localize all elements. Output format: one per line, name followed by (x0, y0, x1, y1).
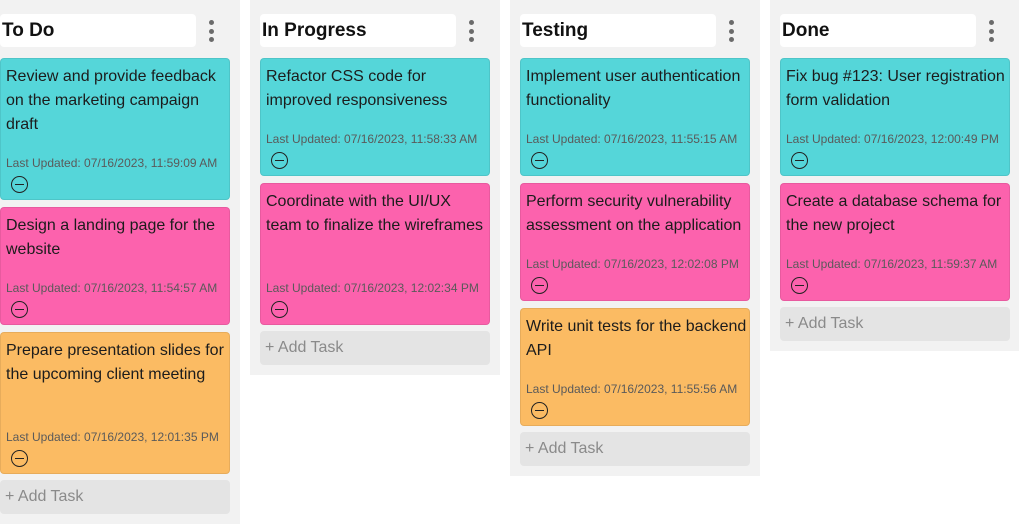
last-updated-text: Last Updated: 07/16/2023, 12:01:35 PM (6, 430, 219, 444)
column-title: To Do (2, 20, 55, 41)
task-text: Prepare presentation slides for the upco… (6, 342, 224, 383)
last-updated-text: Last Updated: 07/16/2023, 12:00:49 PM (786, 132, 999, 146)
column-title: In Progress (262, 20, 367, 41)
task-text: Fix bug #123: User registration form val… (786, 68, 1005, 109)
more-options-icon[interactable] (986, 20, 996, 42)
task-card[interactable]: Prepare presentation slides for the upco… (0, 332, 230, 474)
remove-task-icon[interactable] (11, 176, 28, 193)
last-updated-text: Last Updated: 07/16/2023, 12:02:34 PM (266, 281, 479, 295)
task-card[interactable]: Fix bug #123: User registration form val… (780, 58, 1010, 176)
add-task-button[interactable]: + Add Task (0, 480, 230, 514)
last-updated-text: Last Updated: 07/16/2023, 11:59:09 AM (6, 156, 218, 170)
task-text: Perform security vulnerability assessmen… (526, 193, 742, 234)
task-card[interactable]: Review and provide feedback on the marke… (0, 58, 230, 200)
column-testing: Testing Implement user authentication fu… (510, 0, 760, 476)
add-task-button[interactable]: + Add Task (260, 331, 490, 365)
task-card[interactable]: Refactor CSS code for improved responsiv… (260, 58, 490, 176)
remove-task-icon[interactable] (11, 450, 28, 467)
column-title-box: Testing (520, 14, 716, 47)
task-text: Review and provide feedback on the marke… (6, 68, 216, 133)
last-updated-text: Last Updated: 07/16/2023, 11:55:15 AM (526, 132, 738, 146)
task-card[interactable]: Perform security vulnerability assessmen… (520, 183, 750, 301)
task-text: Implement user authentication functional… (526, 68, 741, 109)
column-done: Done Fix bug #123: User registration for… (770, 0, 1019, 351)
last-updated-text: Last Updated: 07/16/2023, 11:55:56 AM (526, 382, 738, 396)
task-text: Create a database schema for the new pro… (786, 193, 1002, 234)
add-task-button[interactable]: + Add Task (520, 432, 750, 466)
remove-task-icon[interactable] (531, 152, 548, 169)
remove-task-icon[interactable] (531, 277, 548, 294)
task-card[interactable]: Design a landing page for the website La… (0, 207, 230, 325)
task-text: Refactor CSS code for improved responsiv… (266, 68, 448, 109)
task-card[interactable]: Create a database schema for the new pro… (780, 183, 1010, 301)
task-text: Design a landing page for the website (6, 217, 216, 258)
task-card[interactable]: Implement user authentication functional… (520, 58, 750, 176)
task-card[interactable]: Write unit tests for the backend API Las… (520, 308, 750, 426)
column-title-box: Done (780, 14, 976, 47)
remove-task-icon[interactable] (531, 402, 548, 419)
remove-task-icon[interactable] (11, 301, 28, 318)
column-title-box: To Do (0, 14, 196, 47)
add-task-button[interactable]: + Add Task (780, 307, 1010, 341)
column-title: Testing (522, 20, 589, 41)
last-updated-text: Last Updated: 07/16/2023, 11:54:57 AM (6, 281, 218, 295)
more-options-icon[interactable] (726, 20, 736, 42)
column-in-progress: In Progress Refactor CSS code for improv… (250, 0, 500, 375)
last-updated-text: Last Updated: 07/16/2023, 11:59:37 AM (786, 257, 998, 271)
more-options-icon[interactable] (466, 20, 476, 42)
task-card[interactable]: Coordinate with the UI/UX team to finali… (260, 183, 490, 325)
remove-task-icon[interactable] (271, 301, 288, 318)
task-text: Coordinate with the UI/UX team to finali… (266, 193, 483, 234)
more-options-icon[interactable] (206, 20, 216, 42)
task-text: Write unit tests for the backend API (526, 318, 747, 359)
remove-task-icon[interactable] (271, 152, 288, 169)
column-title-box: In Progress (260, 14, 456, 47)
remove-task-icon[interactable] (791, 152, 808, 169)
column-to-do: To Do Review and provide feedback on the… (0, 0, 240, 524)
last-updated-text: Last Updated: 07/16/2023, 11:58:33 AM (266, 132, 478, 146)
remove-task-icon[interactable] (791, 277, 808, 294)
last-updated-text: Last Updated: 07/16/2023, 12:02:08 PM (526, 257, 739, 271)
column-title: Done (782, 20, 830, 41)
